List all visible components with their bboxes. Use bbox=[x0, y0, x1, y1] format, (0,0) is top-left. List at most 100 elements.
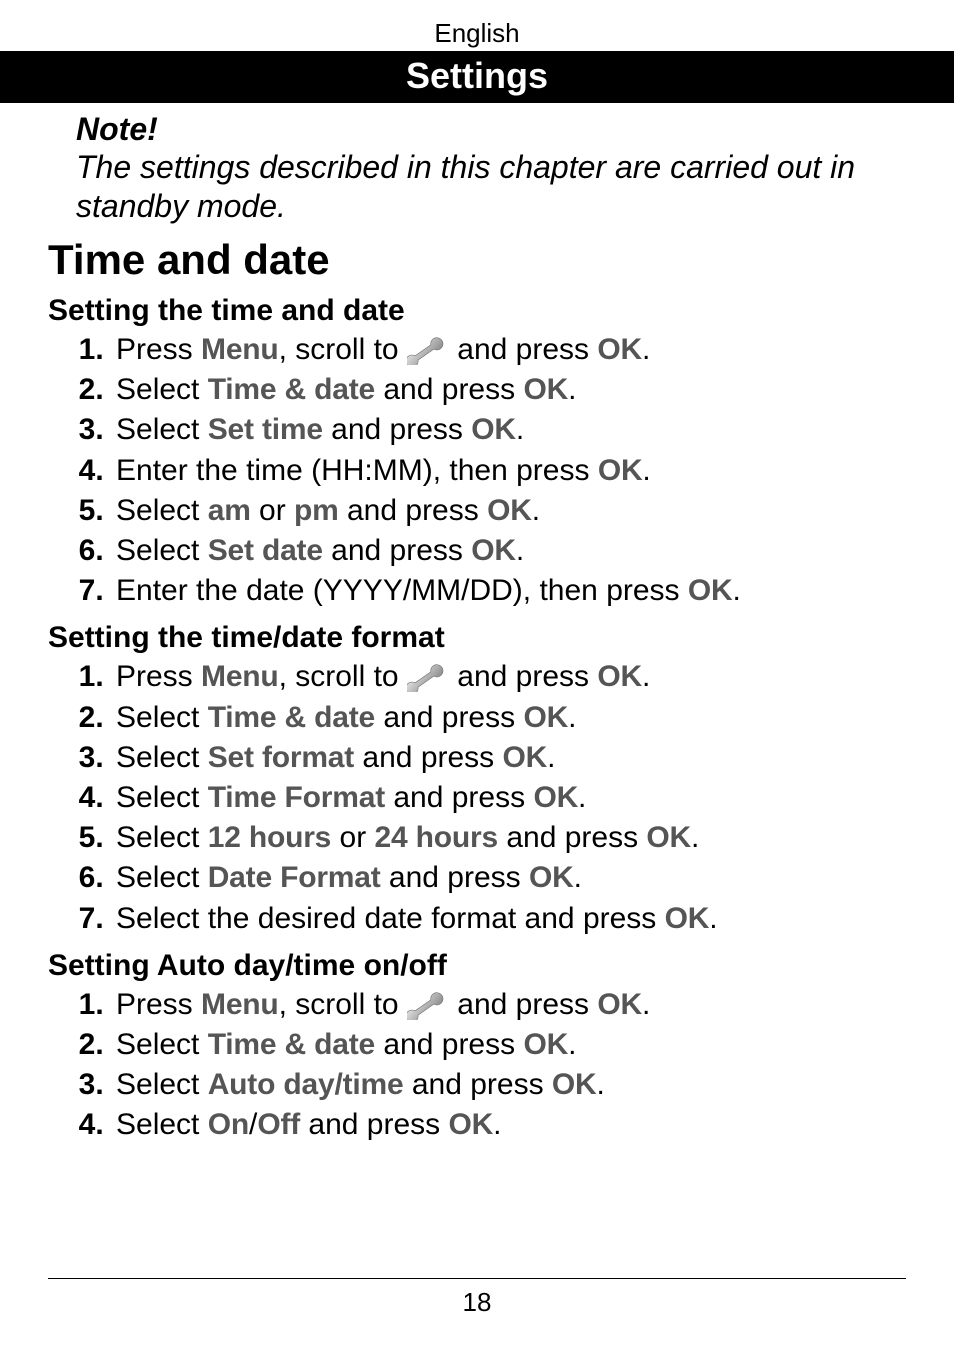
menu-label: OK bbox=[529, 861, 574, 894]
menu-label: pm bbox=[294, 494, 339, 527]
menu-label: Time & date bbox=[208, 1028, 375, 1061]
step-text: Select bbox=[116, 741, 208, 774]
step-text: Select bbox=[116, 1068, 208, 1101]
step-text: and press bbox=[323, 534, 471, 567]
step-text: and press bbox=[300, 1108, 448, 1141]
step-text: Enter the time (HH:MM), then press bbox=[116, 454, 598, 487]
step-text: and press bbox=[498, 821, 646, 854]
page-number: 18 bbox=[48, 1287, 906, 1318]
language-label: English bbox=[48, 18, 906, 49]
step-text: Select bbox=[116, 861, 208, 894]
step-text: . bbox=[642, 988, 650, 1021]
step-item: Select Set time and press OK. bbox=[112, 410, 906, 450]
subsection-heading: Setting the time and date bbox=[48, 294, 906, 328]
step-text: Press bbox=[116, 660, 201, 693]
step-text: Select bbox=[116, 1108, 208, 1141]
note-block: Note! The settings described in this cha… bbox=[48, 111, 906, 226]
step-item: Select Date Format and press OK. bbox=[112, 858, 906, 898]
wrench-icon bbox=[407, 990, 449, 1020]
step-text: . bbox=[574, 861, 582, 894]
menu-label: OK bbox=[523, 1028, 568, 1061]
step-text: Select bbox=[116, 494, 208, 527]
step-text: and press bbox=[381, 861, 529, 894]
step-item: Press Menu, scroll to and press OK. bbox=[112, 985, 906, 1025]
menu-label: OK bbox=[523, 701, 568, 734]
step-text: Select bbox=[116, 373, 208, 406]
menu-label: OK bbox=[597, 988, 642, 1021]
note-body: The settings described in this chapter a… bbox=[76, 148, 906, 226]
menu-label: OK bbox=[597, 333, 642, 366]
step-item: Select Set format and press OK. bbox=[112, 738, 906, 778]
menu-label: OK bbox=[688, 574, 733, 607]
step-text: and press bbox=[457, 333, 597, 366]
step-text: and press bbox=[375, 1028, 523, 1061]
menu-label: Auto day/time bbox=[208, 1068, 404, 1101]
menu-label: OK bbox=[487, 494, 532, 527]
step-text: Press bbox=[116, 988, 201, 1021]
step-item: Select 12 hours or 24 hours and press OK… bbox=[112, 818, 906, 858]
step-text: Press bbox=[116, 333, 201, 366]
step-text: or bbox=[251, 494, 294, 527]
step-text: . bbox=[597, 1068, 605, 1101]
note-label: Note! bbox=[76, 111, 906, 148]
menu-label: Menu bbox=[201, 333, 279, 366]
step-text: , scroll to bbox=[279, 333, 407, 366]
step-text: . bbox=[568, 1028, 576, 1061]
step-item: Select am or pm and press OK. bbox=[112, 491, 906, 531]
menu-label: Time & date bbox=[208, 373, 375, 406]
step-text: . bbox=[642, 660, 650, 693]
step-item: Select the desired date format and press… bbox=[112, 899, 906, 939]
step-item: Select Time & date and press OK. bbox=[112, 370, 906, 410]
step-text: Select bbox=[116, 413, 208, 446]
step-item: Press Menu, scroll to and press OK. bbox=[112, 330, 906, 370]
step-text: and press bbox=[375, 373, 523, 406]
menu-label: Off bbox=[257, 1108, 300, 1141]
step-text: Select bbox=[116, 701, 208, 734]
footer-rule bbox=[48, 1278, 906, 1279]
step-item: Select Time & date and press OK. bbox=[112, 1025, 906, 1065]
step-text: . bbox=[642, 333, 650, 366]
section-heading: Time and date bbox=[48, 236, 906, 284]
subsection-heading: Setting Auto day/time on/off bbox=[48, 949, 906, 983]
steps-list: Press Menu, scroll to and press OK. Sele… bbox=[48, 657, 906, 938]
step-item: Select Auto day/time and press OK. bbox=[112, 1065, 906, 1105]
step-text: Select bbox=[116, 534, 208, 567]
step-text: . bbox=[568, 701, 576, 734]
step-text: . bbox=[493, 1108, 501, 1141]
step-text: . bbox=[516, 413, 524, 446]
menu-label: OK bbox=[598, 454, 643, 487]
wrench-icon bbox=[407, 662, 449, 692]
step-item: Press Menu, scroll to and press OK. bbox=[112, 657, 906, 697]
step-item: Select Set date and press OK. bbox=[112, 531, 906, 571]
step-text: Enter the date (YYYY/MM/DD), then press bbox=[116, 574, 688, 607]
step-text: . bbox=[568, 373, 576, 406]
page-footer: 18 bbox=[48, 1278, 906, 1318]
step-text: Select bbox=[116, 781, 208, 814]
menu-label: OK bbox=[665, 902, 710, 935]
step-text: and press bbox=[457, 660, 597, 693]
menu-label: OK bbox=[523, 373, 568, 406]
step-text: and press bbox=[375, 701, 523, 734]
menu-label: OK bbox=[471, 413, 516, 446]
menu-label: OK bbox=[471, 534, 516, 567]
menu-label: am bbox=[208, 494, 251, 527]
menu-label: OK bbox=[533, 781, 578, 814]
step-item: Enter the date (YYYY/MM/DD), then press … bbox=[112, 571, 906, 611]
step-text: and press bbox=[323, 413, 471, 446]
step-text: . bbox=[516, 534, 524, 567]
menu-label: Time Format bbox=[208, 781, 385, 814]
step-text: , scroll to bbox=[279, 660, 407, 693]
menu-label: OK bbox=[552, 1068, 597, 1101]
menu-label: Menu bbox=[201, 660, 279, 693]
menu-label: OK bbox=[597, 660, 642, 693]
step-item: Select On/Off and press OK. bbox=[112, 1105, 906, 1145]
chapter-title: Settings bbox=[0, 51, 954, 103]
step-text: . bbox=[578, 781, 586, 814]
step-text: . bbox=[709, 902, 717, 935]
page: English Settings Note! The settings desc… bbox=[0, 0, 954, 1354]
step-text: . bbox=[642, 454, 650, 487]
menu-label: 12 hours bbox=[208, 821, 331, 854]
step-item: Enter the time (HH:MM), then press OK. bbox=[112, 451, 906, 491]
step-text: . bbox=[547, 741, 555, 774]
step-text: or bbox=[331, 821, 374, 854]
